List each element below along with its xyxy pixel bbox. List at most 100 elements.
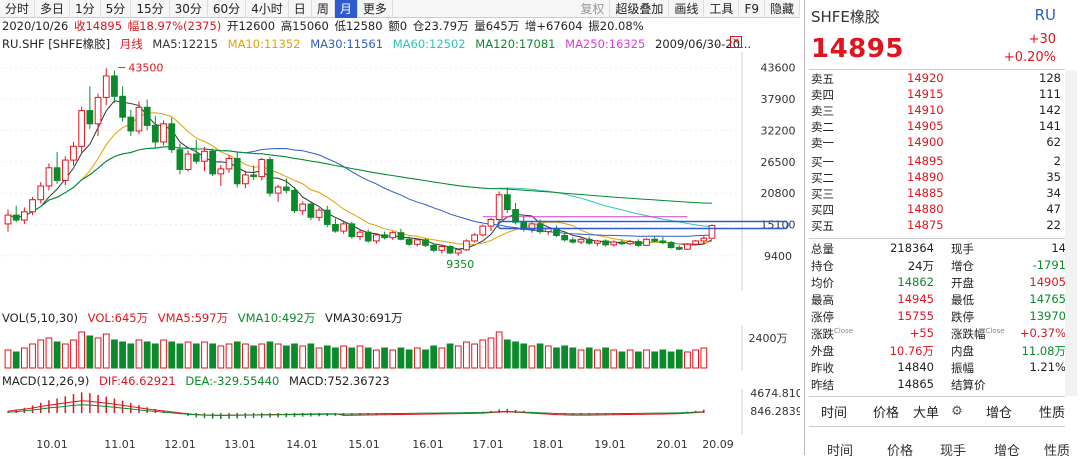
info-date: 2020/10/26 [2, 19, 69, 33]
volume-bar [332, 347, 339, 369]
volume-bar [438, 347, 446, 369]
period-1-button[interactable]: 多日 [35, 0, 71, 18]
volume-bar [397, 347, 405, 369]
candle [151, 124, 159, 143]
volume-bar [389, 349, 397, 369]
candle [348, 223, 356, 238]
order-volume: 2 [1053, 154, 1061, 168]
order-price: 14880 [907, 202, 944, 216]
candle [12, 214, 20, 221]
volume-bar [102, 333, 110, 369]
volume-bar [323, 345, 331, 369]
period-10-button[interactable]: 月 [334, 0, 358, 18]
stat-label: 总量 [811, 242, 834, 256]
volume-bar [299, 345, 307, 369]
candle [405, 238, 413, 245]
tab-nature[interactable]: 性质 [1027, 402, 1077, 421]
x-tick: 20.09 [702, 438, 734, 451]
candle [4, 214, 12, 225]
period-7-button[interactable]: 4小时 [246, 0, 289, 18]
volume-bar [225, 343, 233, 369]
scrollbar[interactable] [1065, 70, 1077, 396]
stat-value: +0.37% [1019, 326, 1066, 340]
x-tick: 17.01 [472, 438, 504, 451]
volume-bar [569, 347, 577, 369]
stat-label: 持仓 [811, 259, 834, 273]
tab-price[interactable]: 价格 [863, 402, 909, 421]
volume-bar [446, 343, 454, 369]
tab-oi-change[interactable]: 增仓 [971, 402, 1027, 421]
stat-value: 10.76万 [889, 344, 934, 358]
candle [356, 231, 364, 238]
stat-value: 13970 [1029, 309, 1066, 323]
candle [250, 174, 257, 178]
macd-tick: 846.28391 [750, 405, 800, 418]
tool-1-button[interactable]: 超级叠加 [610, 0, 670, 18]
quote-title: SHFE橡胶 [811, 8, 880, 26]
order-volume: 35 [1046, 170, 1061, 184]
volume-bar [520, 343, 528, 369]
period-0-button[interactable]: 分时 [0, 0, 36, 18]
x-tick: 10.01 [36, 438, 68, 451]
quote-code[interactable]: RU [1035, 6, 1056, 24]
vma5-value: VMA5:597万 [157, 311, 229, 325]
info-oi: 仓23.79万 [412, 19, 469, 33]
period-4-button[interactable]: 15分 [131, 0, 170, 18]
tool-5-button[interactable]: 隐藏 [765, 0, 800, 18]
candle [413, 239, 421, 245]
stat-label: 均价 [811, 276, 834, 290]
tool-0-button[interactable]: 复权 [575, 0, 611, 18]
period-6-button[interactable]: 60分 [208, 0, 247, 18]
vma30-value: VMA30:691万 [325, 311, 403, 325]
stat-label: 涨跌幅Close [951, 327, 1005, 341]
volume-bar [602, 347, 609, 369]
tab-time[interactable]: 时间 [805, 402, 863, 421]
period-3-button[interactable]: 5分 [101, 0, 132, 18]
macd-chart[interactable]: 4674.8103 846.28391 [0, 389, 800, 434]
tab-bigorder[interactable]: 大单 [909, 402, 943, 421]
period-5-button[interactable]: 30分 [170, 0, 208, 18]
order-volume: 47 [1046, 202, 1061, 216]
period-2-button[interactable]: 1分 [70, 0, 101, 18]
close-icon[interactable]: × [730, 36, 742, 48]
info-change-oi: 增+67604 [524, 19, 583, 33]
buy-row: 买五 14875 22 [811, 218, 1061, 233]
volume-bar [381, 347, 388, 369]
tool-2-button[interactable]: 画线 [669, 0, 705, 18]
tool-4-button[interactable]: F9 [739, 0, 765, 18]
price-chart[interactable]: 43600 37900 32200 26500 20800 15100 9400 ─ 4350… [0, 52, 800, 290]
volume-bar [585, 347, 593, 369]
period-11-button[interactable]: 更多 [358, 0, 393, 18]
candle [463, 240, 470, 251]
candle [610, 241, 618, 246]
period-8-button[interactable]: 日 [289, 0, 312, 18]
volume-bar [503, 339, 511, 369]
volume-bar [70, 339, 77, 369]
volume-bar [45, 337, 53, 369]
divider [809, 69, 1065, 70]
stat-label: 结算价 [951, 378, 986, 392]
candle [61, 159, 69, 181]
candle [471, 234, 478, 242]
candle [192, 153, 200, 162]
volume-bar [176, 343, 184, 369]
volume-bar [405, 349, 413, 369]
candle [684, 243, 691, 250]
collapse-icon[interactable]: ⌄ [712, 38, 720, 49]
candle [487, 219, 495, 227]
price-tick: 9400 [764, 250, 792, 263]
x-axis: 10.01 11.01 12.01 13.01 14.01 15.01 16.01 17.01… [36, 438, 734, 451]
order-volume: 128 [1039, 71, 1061, 85]
order-label: 买三 [811, 187, 834, 201]
candle [160, 123, 167, 143]
volume-chart[interactable]: 2400万 [0, 326, 800, 370]
ma10-label: MA10:11352 [227, 37, 301, 51]
trade-tabs: 时间 价格 大单 ⚙ 增仓 性质 [805, 398, 1080, 424]
x-tick: 20.01 [656, 438, 688, 451]
stat-label: 外盘 [811, 344, 834, 358]
period-9-button[interactable]: 周 [312, 0, 335, 18]
gear-icon[interactable]: ⚙ [943, 404, 971, 419]
stat-label: 跌停 [951, 310, 974, 324]
tool-3-button[interactable]: 工具 [704, 0, 740, 18]
candle [242, 174, 249, 185]
